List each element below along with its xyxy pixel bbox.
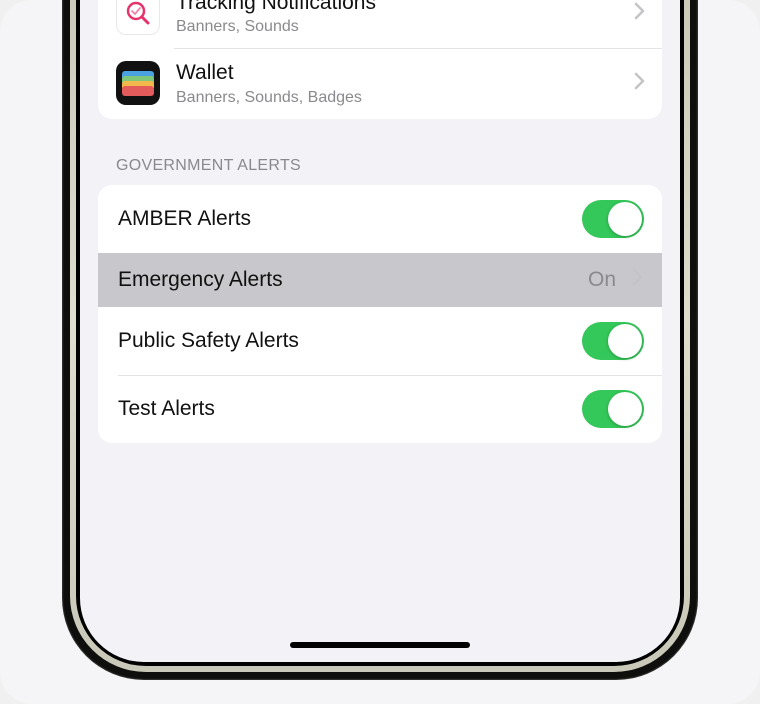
row-public-safety-alerts[interactable]: Public Safety Alerts — [98, 307, 662, 375]
app-text: Tracking Notifications Banners, Sounds — [176, 0, 624, 36]
canvas: Tracking Notifications Banners, Sounds — [0, 0, 760, 704]
setting-value: On — [588, 268, 616, 292]
home-indicator[interactable] — [290, 642, 470, 648]
tracking-icon — [116, 0, 160, 35]
app-subtitle: Banners, Sounds — [176, 18, 624, 36]
setting-label: Test Alerts — [118, 397, 582, 421]
chevron-right-icon — [634, 2, 646, 25]
app-title: Wallet — [176, 60, 624, 86]
app-row-wallet[interactable]: Wallet Banners, Sounds, Badges — [98, 48, 662, 118]
app-subtitle: Banners, Sounds, Badges — [176, 89, 624, 107]
wallet-icon — [116, 61, 160, 105]
toggle-test-alerts[interactable] — [582, 390, 644, 428]
toggle-amber-alerts[interactable] — [582, 200, 644, 238]
row-emergency-alerts[interactable]: Emergency Alerts On — [98, 253, 662, 307]
government-alerts-group: AMBER Alerts Emergency Alerts On — [98, 185, 662, 443]
section-header-government-alerts: GOVERNMENT ALERTS — [116, 157, 644, 175]
row-amber-alerts[interactable]: AMBER Alerts — [98, 185, 662, 253]
app-title: Tracking Notifications — [176, 0, 624, 16]
screen: Tracking Notifications Banners, Sounds — [80, 0, 680, 662]
phone-frame-inner: Tracking Notifications Banners, Sounds — [76, 0, 684, 666]
setting-label: Emergency Alerts — [118, 268, 588, 292]
app-text: Wallet Banners, Sounds, Badges — [176, 60, 624, 106]
settings-content: Tracking Notifications Banners, Sounds — [80, 0, 680, 503]
setting-label: Public Safety Alerts — [118, 329, 582, 353]
row-test-alerts[interactable]: Test Alerts — [98, 375, 662, 443]
phone-frame-bezel: Tracking Notifications Banners, Sounds — [70, 0, 690, 672]
app-notifications-group: Tracking Notifications Banners, Sounds — [98, 0, 662, 119]
setting-label: AMBER Alerts — [118, 207, 582, 231]
chevron-right-icon — [632, 268, 644, 291]
chevron-right-icon — [634, 72, 646, 95]
app-row-tracking-notifications[interactable]: Tracking Notifications Banners, Sounds — [98, 0, 662, 48]
toggle-public-safety-alerts[interactable] — [582, 322, 644, 360]
phone-frame: Tracking Notifications Banners, Sounds — [62, 0, 698, 680]
